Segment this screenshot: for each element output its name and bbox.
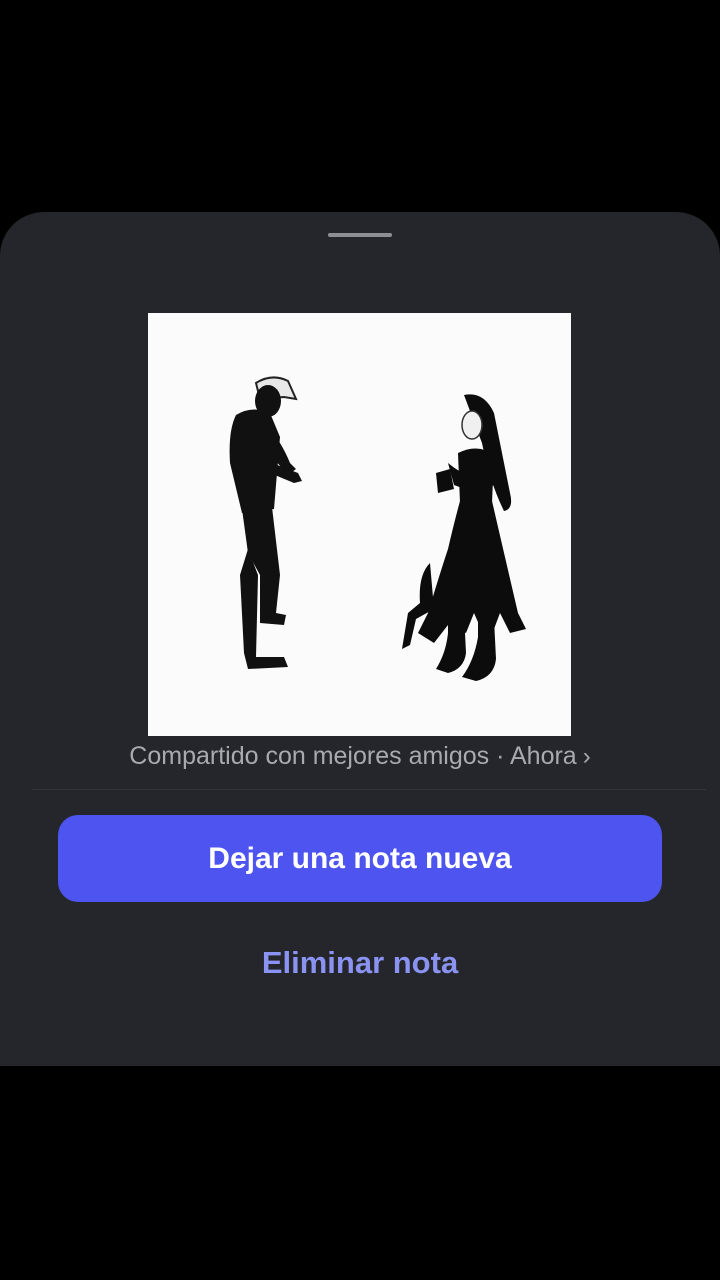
- shared-status[interactable]: Compartido con mejores amigos · Ahora ›: [0, 740, 720, 773]
- chevron-right-icon: ›: [582, 743, 591, 770]
- note-image: [148, 313, 571, 736]
- shared-status-text: Compartido con mejores amigos · Ahora: [129, 742, 577, 770]
- screen: Compartido con mejores amigos · Ahora › D…: [0, 0, 720, 1280]
- leave-new-note-button[interactable]: Dejar una nota nueva: [58, 815, 662, 902]
- bottom-sheet: Compartido con mejores amigos · Ahora › D…: [0, 212, 720, 1066]
- divider: [32, 789, 706, 790]
- drag-handle[interactable]: [328, 233, 392, 237]
- delete-note-button[interactable]: Eliminar nota: [160, 939, 560, 987]
- dancers-photo-icon: [148, 313, 571, 736]
